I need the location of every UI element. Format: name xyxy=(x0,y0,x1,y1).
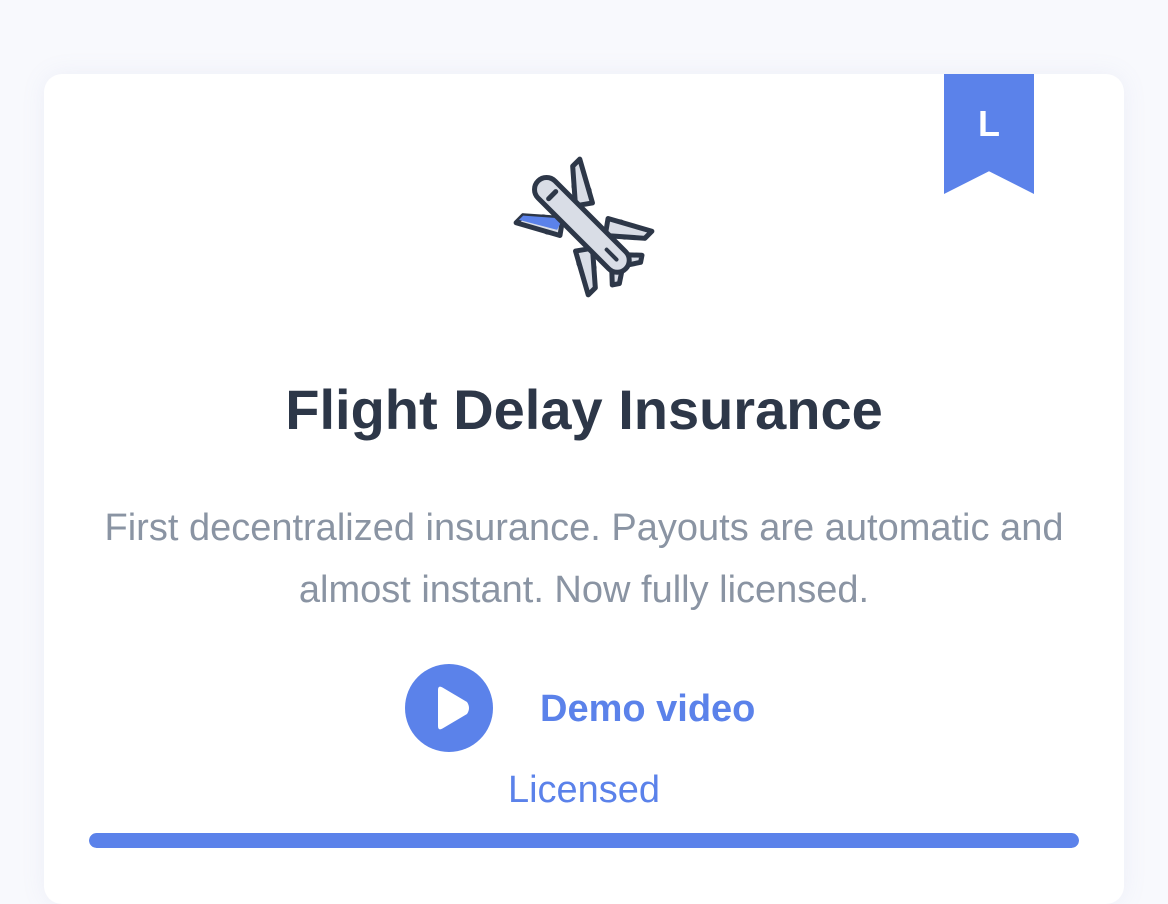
demo-video-link[interactable]: Demo video xyxy=(540,686,755,732)
play-icon xyxy=(438,686,469,730)
status-label: Licensed xyxy=(507,769,661,811)
progress-bar-fill xyxy=(89,833,1079,848)
card-description: First decentralized insurance. Payouts a… xyxy=(104,507,1064,611)
airplane-icon xyxy=(509,152,659,302)
progress-bar xyxy=(89,833,1079,848)
card-title: Flight Delay Insurance xyxy=(285,378,883,441)
ribbon-letter: L xyxy=(978,103,1000,144)
play-button[interactable] xyxy=(405,664,493,752)
